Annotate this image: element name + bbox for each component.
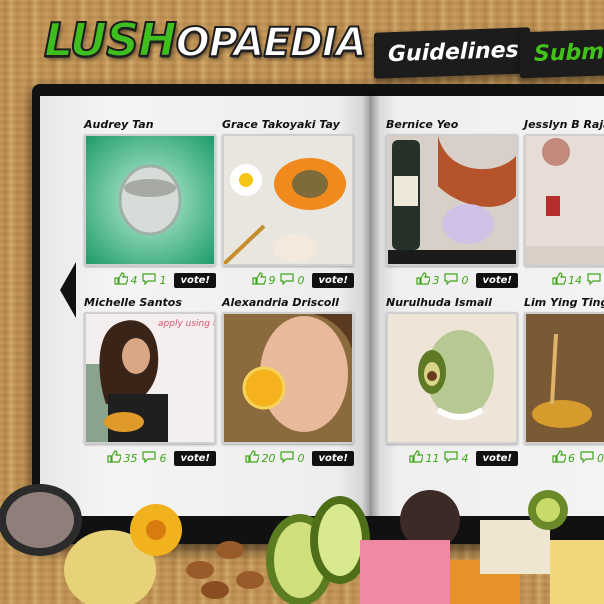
like-count: 20 [261,451,276,465]
author-name[interactable]: Nurulhuda Ismail [386,296,518,312]
vote-button[interactable]: vote! [174,450,216,466]
comment-icon[interactable] [586,272,602,288]
entry-card: Grace Takoyaki Tay 9 0 vote! [222,118,354,290]
comment-icon[interactable] [443,450,459,466]
logo-lush: LUSH [43,12,178,68]
entry-stats: 11 4 vote! [386,448,518,468]
author-name[interactable]: Lim Ying Ting [524,296,604,312]
entry-photo[interactable] [84,134,216,266]
prev-arrow-icon[interactable] [60,262,76,318]
vote-button[interactable]: vote! [174,272,216,288]
entry-card: Audrey Tan 4 1 vote! [84,118,216,290]
thumbs-up-icon[interactable] [245,450,261,466]
comment-icon[interactable] [279,450,295,466]
entry-card: Michelle Santos apply using the back of … [84,296,216,468]
thumbs-up-icon[interactable] [416,272,432,288]
comment-count: 6 [159,451,167,465]
entry-card: Lim Ying Ting 6 0 [524,296,604,468]
author-name[interactable]: Michelle Santos [84,296,216,312]
entry-photo[interactable]: apply using the back of a spoon [84,312,216,444]
comment-count: 0 [297,451,305,465]
vote-button[interactable]: vote! [476,272,518,288]
entry-photo[interactable] [222,312,354,444]
author-name[interactable]: Jesslyn B Rajam [524,118,604,134]
entry-stats: 20 0 vote! [222,448,354,468]
entry-card: Nurulhuda Ismail 11 4 vote! [386,296,518,468]
author-name[interactable]: Alexandria Driscoll [222,296,354,312]
thumbs-up-icon[interactable] [552,272,567,288]
like-count: 35 [123,451,138,465]
author-name[interactable]: Bernice Yeo [386,118,518,134]
entry-stats: 6 0 [524,448,604,468]
entry-photo[interactable] [222,134,354,266]
entry-stats: 14 0 [524,270,604,290]
vote-button[interactable]: vote! [476,450,518,466]
book-spine [362,90,380,520]
comment-count: 0 [597,451,604,465]
entry-stats: 9 0 vote! [222,270,354,290]
like-count: 6 [568,451,575,465]
like-count: 11 [425,451,440,465]
entry-stats: 4 1 vote! [84,270,216,290]
comment-count: 4 [461,451,469,465]
comment-icon[interactable] [579,450,595,466]
thumbs-up-icon[interactable] [409,450,425,466]
tab-guidelines-label: Guidelines [388,37,519,68]
thumbs-up-icon[interactable] [107,450,123,466]
author-name[interactable]: Audrey Tan [84,118,216,134]
entry-card: Bernice Yeo 3 0 vote! [386,118,518,290]
comment-count: 0 [461,273,469,287]
entry-stats: 35 6 vote! [84,448,216,468]
thumbs-up-icon[interactable] [252,272,268,288]
tab-guidelines[interactable]: Guidelines [374,27,530,79]
tab-submit-label: Submis [534,38,604,67]
like-count: 14 [568,273,582,287]
tab-submit[interactable]: Submis [520,27,604,79]
logo-opaedia: OPAEDIA [175,19,368,67]
entry-photo[interactable] [524,134,604,266]
comment-count: 0 [297,273,305,287]
thumbs-up-icon[interactable] [552,450,567,466]
comment-count: 1 [159,273,167,287]
comment-icon[interactable] [443,272,459,288]
comment-icon[interactable] [141,450,157,466]
entry-photo[interactable] [386,312,518,444]
comment-icon[interactable] [279,272,295,288]
like-count: 4 [130,273,138,287]
comment-icon[interactable] [141,272,157,288]
vote-button[interactable]: vote! [312,450,354,466]
like-count: 3 [432,273,440,287]
entry-card: Jesslyn B Rajam 14 0 [524,118,604,290]
author-name[interactable]: Grace Takoyaki Tay [222,118,354,134]
thumbs-up-icon[interactable] [114,272,130,288]
site-logo[interactable]: LUSHOPAEDIA [43,10,368,73]
entry-photo[interactable] [386,134,518,266]
vote-button[interactable]: vote! [312,272,354,288]
entry-stats: 3 0 vote! [386,270,518,290]
like-count: 9 [268,273,276,287]
entry-photo[interactable] [524,312,604,444]
entry-card: Alexandria Driscoll 20 0 vote! [222,296,354,468]
photo-caption: apply using the back of a spoon [158,319,214,329]
